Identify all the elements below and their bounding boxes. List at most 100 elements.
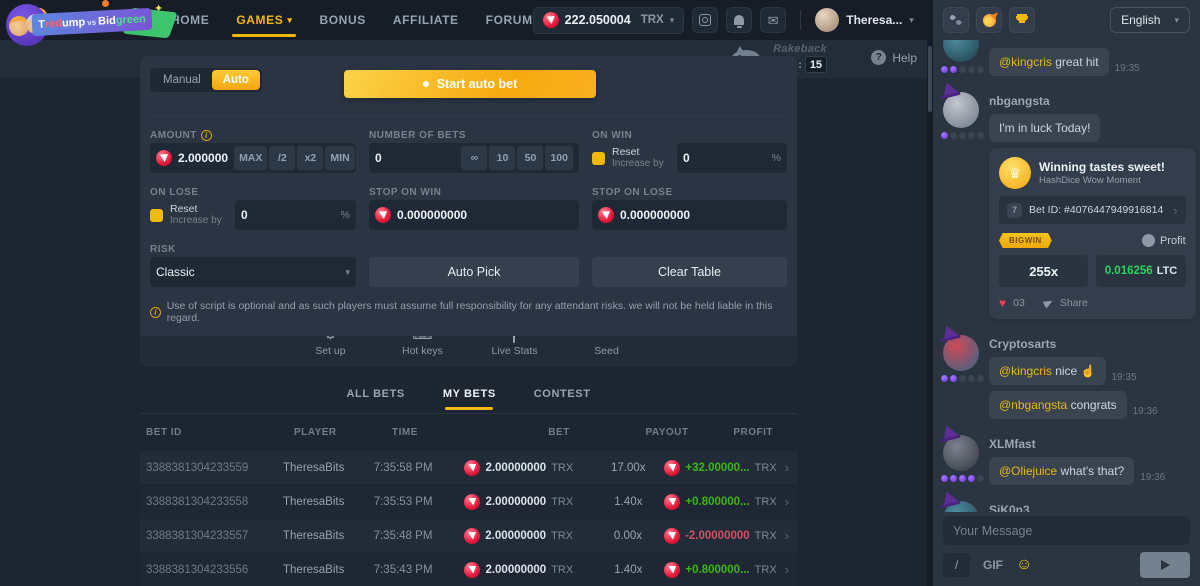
table-row[interactable]: 3388381304233559TheresaBits7:35:58 PM2.0… — [140, 450, 797, 484]
bet-amount: 2.00000000 — [485, 496, 546, 508]
chat-message-input[interactable] — [943, 516, 1190, 545]
user-avatar[interactable] — [943, 92, 979, 128]
auto-pick-button[interactable]: Auto Pick — [369, 257, 579, 287]
vault-icon — [699, 14, 711, 26]
clear-table-button[interactable]: Clear Table — [592, 257, 787, 287]
main-nav: HOMEGAMES▾BONUSAFFILIATEFORUM — [171, 0, 533, 40]
table-row[interactable]: 3388381304233557TheresaBits7:35:48 PM2.0… — [140, 518, 797, 552]
like-button[interactable]: ♥ — [999, 296, 1006, 310]
nav-item-bonus[interactable]: BONUS — [319, 0, 365, 40]
bets-50-button[interactable]: 50 — [517, 146, 543, 170]
nav-item-games[interactable]: GAMES▾ — [236, 0, 292, 40]
wizard-hat-icon — [941, 323, 960, 339]
share-icon[interactable] — [1042, 297, 1054, 308]
vault-button[interactable] — [692, 7, 718, 33]
reset-option[interactable]: Reset — [612, 146, 670, 159]
script-notice: i Use of script is optional and as such … — [150, 300, 787, 324]
on-win-reset-checkbox[interactable] — [592, 152, 605, 165]
timer-seconds: 15 — [805, 56, 827, 73]
on-lose-percent-input[interactable]: 0 % — [235, 200, 356, 230]
increase-by-option[interactable]: Increase by — [612, 158, 670, 170]
chat-message-list: SiK0n3@kingcris great hit19:35nbgangstaI… — [933, 40, 1200, 512]
wizard-hat-icon — [941, 423, 960, 439]
emoji-button[interactable]: ☺ — [1016, 556, 1032, 574]
user-avatar[interactable] — [943, 335, 979, 371]
mention-link[interactable]: @kingcris — [999, 55, 1052, 69]
badge-dot-empty — [959, 375, 966, 382]
banner-text-red: red — [45, 18, 63, 31]
stop-on-win-input[interactable]: 0.000000000 — [369, 200, 579, 230]
bets-10-button[interactable]: 10 — [489, 146, 515, 170]
mention-link[interactable]: @kingcris — [999, 364, 1052, 378]
max-button[interactable]: MAX — [234, 146, 267, 170]
like-count: 03 — [1013, 297, 1025, 309]
user-avatar[interactable] — [943, 435, 979, 471]
user-avatar[interactable] — [943, 40, 979, 62]
manual-mode-tab[interactable]: Manual — [152, 70, 212, 90]
chevron-right-icon: › — [785, 494, 789, 509]
chevron-right-icon: › — [1173, 203, 1177, 218]
chat-room-contest-button[interactable] — [1009, 7, 1035, 33]
bets-100-button[interactable]: 100 — [545, 146, 573, 170]
wizard-hat-icon — [941, 80, 960, 96]
chat-sidebar: English ▾ SiK0n3@kingcris great hit19:35… — [933, 0, 1200, 586]
risk-select[interactable]: Classic ▾ — [150, 257, 356, 287]
increase-by-option[interactable]: Increase by — [170, 215, 228, 227]
half-button[interactable]: /2 — [269, 146, 295, 170]
chat-room-drops-button[interactable] — [943, 7, 969, 33]
infinity-button[interactable]: ∞ — [461, 146, 487, 170]
promo-banner[interactable]: TredumpvsBidgreen ✦ — [6, 2, 186, 50]
user-menu[interactable]: Theresa... ▾ — [815, 8, 914, 32]
chat-room-fire-button[interactable] — [976, 7, 1002, 33]
gif-button[interactable]: GIF — [983, 558, 1003, 572]
win-share-card[interactable]: ♛Winning tastes sweet!HashDice Wow Momen… — [989, 148, 1196, 319]
send-message-button[interactable] — [1140, 552, 1190, 578]
chat-avatar-column — [943, 435, 981, 485]
tab-contest[interactable]: CONTEST — [532, 382, 593, 412]
chat-username[interactable]: nbgangsta — [989, 94, 1190, 108]
chat-message-group: SiK0n3@nbgangsta great19:36 — [943, 501, 1190, 512]
help-button[interactable]: ? Help — [871, 50, 917, 65]
table-row[interactable]: 3388381304233558TheresaBits7:35:53 PM2.0… — [140, 484, 797, 518]
chat-username[interactable]: SiK0n3 — [989, 40, 1190, 42]
on-win-label: ON WIN — [592, 130, 632, 141]
badge-dot-filled — [950, 66, 957, 73]
nav-item-forum[interactable]: FORUM — [486, 0, 533, 40]
chat-username[interactable]: Cryptosarts — [989, 337, 1190, 351]
min-button[interactable]: MIN — [325, 146, 354, 170]
badge-dot-filled — [941, 66, 948, 73]
bet-id-row[interactable]: 7Bet ID: #4076447949916814› — [999, 196, 1186, 224]
bet-amount: 2.00000000 — [485, 530, 546, 542]
cell-bet-id: 3388381304233558 — [146, 496, 283, 508]
nav-item-affiliate[interactable]: AFFILIATE — [393, 0, 459, 40]
start-auto-bet-button[interactable]: Start auto bet — [344, 70, 596, 98]
double-button[interactable]: x2 — [297, 146, 323, 170]
chat-username[interactable]: XLMfast — [989, 437, 1190, 451]
chat-message-content: Cryptosarts@kingcris nice ☝19:35@nbgangs… — [989, 335, 1190, 419]
messages-button[interactable]: ✉ — [760, 7, 786, 33]
tab-my-bets[interactable]: MY BETS — [441, 382, 498, 412]
amount-input[interactable]: 2.000000 MAX /2 x2 MIN — [150, 143, 356, 173]
stop-on-lose-input[interactable]: 0.000000000 — [592, 200, 787, 230]
on-lose-reset-checkbox[interactable] — [150, 209, 163, 222]
user-avatar[interactable] — [943, 501, 979, 512]
number-of-bets-input[interactable]: 0 ∞ 10 50 100 — [369, 143, 579, 173]
chat-message-group: XLMfast@Oliejuice what's that?19:36 — [943, 435, 1190, 485]
chat-language-select[interactable]: English ▾ — [1110, 7, 1190, 33]
mention-link[interactable]: @nbgangsta — [999, 398, 1067, 412]
mention-link[interactable]: @Oliejuice — [999, 464, 1057, 478]
reset-option[interactable]: Reset — [170, 203, 228, 216]
multiplier-box: 255x — [999, 255, 1088, 287]
slash-commands-button[interactable]: / — [943, 553, 970, 577]
tab-all-bets[interactable]: ALL BETS — [344, 382, 406, 412]
on-win-percent-input[interactable]: 0 % — [677, 143, 787, 173]
notifications-button[interactable] — [726, 7, 752, 33]
auto-mode-tab[interactable]: Auto — [212, 70, 260, 90]
balance-selector[interactable]: 222.050004 TRX ▾ — [533, 7, 685, 34]
badge-dot-filled — [941, 132, 948, 139]
scrollbar-thumb[interactable] — [928, 46, 932, 112]
table-row[interactable]: 3388381304233556TheresaBits7:35:43 PM2.0… — [140, 552, 797, 586]
chat-username[interactable]: SiK0n3 — [989, 503, 1190, 512]
share-button[interactable]: Share — [1060, 297, 1088, 309]
bigwin-ribbon: BIGWIN — [999, 233, 1052, 248]
